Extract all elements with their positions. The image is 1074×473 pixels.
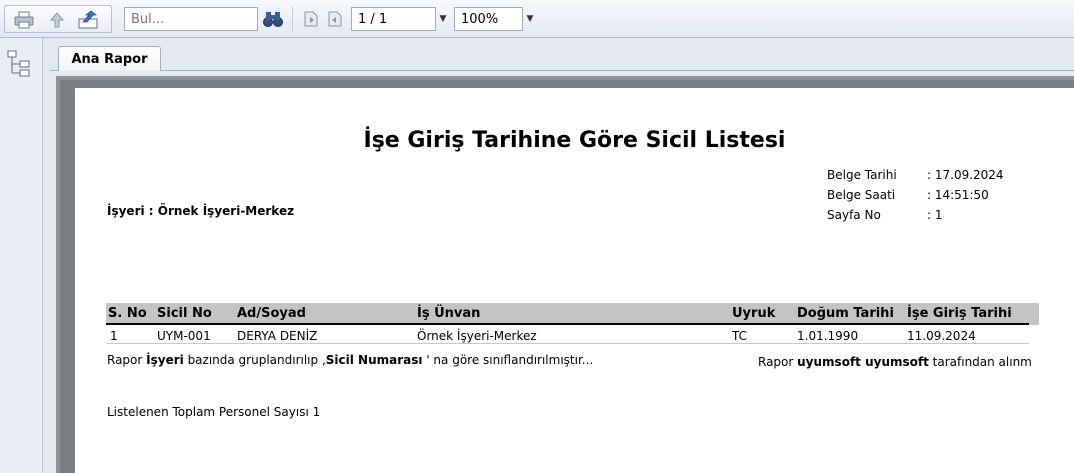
arrow-up-icon: [49, 12, 65, 28]
report-toolbar: 1 / 1 ▼ 100% ▼: [0, 0, 1074, 38]
binoculars-icon: [263, 12, 283, 27]
zoom-selector[interactable]: 100%: [454, 7, 523, 31]
meta-value-time: : 14:51:50: [927, 188, 989, 202]
table-row: 1 UYM-001 DERYA DENİZ Örnek İşyeri-Merke…: [106, 326, 1039, 344]
table-cell: DERYA DENİZ: [237, 329, 318, 343]
search-input[interactable]: [124, 7, 258, 31]
table-cell: Örnek İşyeri-Merkez: [417, 329, 537, 343]
table-cell: TC: [732, 329, 748, 343]
report-title: İşe Giriş Tarihine Göre Sicil Listesi: [363, 128, 786, 153]
find-button[interactable]: [261, 7, 285, 31]
page-selector-dropdown[interactable]: ▼: [436, 7, 450, 31]
toolbar-button-group: [4, 5, 112, 33]
meta-label-page: Sayfa No: [827, 208, 881, 222]
meta-label-date: Belge Tarihi: [827, 168, 897, 182]
row-divider: [106, 343, 1029, 344]
grouping-note: Rapor İşyeri bazında gruplandırılıp ,Sic…: [107, 353, 593, 367]
previous-page-button[interactable]: [300, 8, 322, 30]
column-header: S. No: [108, 306, 147, 321]
author-note: Rapor uyumsoft uyumsoft tarafından alınm: [758, 355, 1032, 369]
author-note-text: Rapor: [758, 355, 798, 369]
tab-label: Ana Rapor: [71, 51, 148, 67]
up-button[interactable]: [46, 9, 68, 31]
meta-value-date: : 17.09.2024: [927, 168, 1004, 182]
column-header: Uyruk: [732, 306, 776, 321]
sort-field: Sicil Numarası: [325, 353, 423, 367]
tab-main-report[interactable]: Ana Rapor: [58, 46, 161, 71]
group-tree-toggle[interactable]: [7, 50, 31, 81]
meta-value-page: : 1: [927, 208, 943, 222]
zoom-selector-value: 100%: [461, 11, 499, 27]
meta-label-time: Belge Saati: [827, 188, 896, 202]
chevron-down-icon: ▼: [526, 14, 534, 24]
total-count: Listelenen Toplam Personel Sayısı 1: [107, 405, 321, 419]
report-page: İşe Giriş Tarihine Göre Sicil Listesi Be…: [75, 88, 1074, 473]
export-button[interactable]: [77, 9, 99, 31]
grouping-note-text: ' na göre sınıflandırılmıştır...: [422, 353, 594, 367]
employer-label: İşyeri : Örnek İşyeri-Merkez: [107, 204, 295, 218]
page-forward-icon: [328, 11, 342, 27]
table-cell: 1: [110, 329, 118, 343]
chevron-down-icon: ▼: [439, 14, 447, 24]
author-name: uyumsoft uyumsoft: [797, 355, 929, 369]
printer-icon: [14, 11, 34, 29]
grouping-note-text: Rapor: [107, 353, 147, 367]
column-header: İşe Giriş Tarihi: [907, 306, 1012, 321]
tree-view-icon: [7, 50, 30, 77]
export-icon: [78, 10, 98, 29]
column-header: İş Ünvan: [417, 306, 481, 321]
page-selector[interactable]: 1 / 1: [351, 7, 436, 31]
tab-strip-border: [50, 70, 1074, 71]
toolbar-separator: [292, 6, 293, 32]
next-page-button[interactable]: [324, 8, 346, 30]
table-cell: UYM-001: [157, 329, 211, 343]
print-button[interactable]: [13, 9, 35, 31]
table-cell: 1.01.1990: [797, 329, 859, 343]
column-header: Doğum Tarihi: [797, 306, 894, 321]
author-note-text: tarafından alınm: [928, 355, 1032, 369]
page-back-icon: [304, 11, 318, 27]
table-header: S. No Sicil No Ad/Soyad İş Ünvan Uyruk D…: [106, 303, 1039, 325]
column-header: Sicil No: [157, 306, 212, 321]
group-tree-panel: [0, 38, 43, 473]
grouping-field: İşyeri: [146, 353, 184, 367]
header-underline: [106, 323, 1029, 325]
table-cell: 11.09.2024: [907, 329, 976, 343]
page-selector-value: 1 / 1: [358, 11, 388, 27]
column-header: Ad/Soyad: [237, 306, 306, 321]
grouping-note-text: bazında gruplandırılıp ,: [183, 353, 326, 367]
zoom-selector-dropdown[interactable]: ▼: [523, 7, 537, 31]
